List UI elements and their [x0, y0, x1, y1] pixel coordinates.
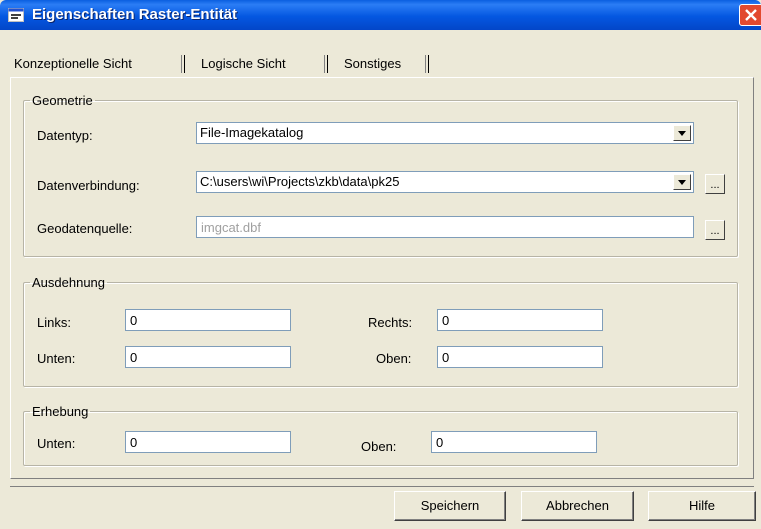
cancel-button[interactable]: Abbrechen: [521, 491, 634, 521]
tab-logische-sicht[interactable]: Logische Sicht: [189, 52, 328, 77]
tab-label: Sonstiges: [344, 56, 402, 71]
erhebung-unten-value: 0: [130, 435, 138, 450]
unten-input[interactable]: 0: [125, 346, 291, 368]
tab-separator: [181, 55, 185, 73]
geodatenquelle-browse-button[interactable]: ...: [705, 220, 725, 240]
close-button[interactable]: [739, 4, 761, 26]
oben-label: Oben:: [376, 351, 412, 366]
links-label: Links:: [37, 315, 71, 330]
tab-label: Konzeptionelle Sicht: [14, 56, 132, 71]
links-input[interactable]: 0: [125, 309, 291, 331]
datenverbindung-label: Datenverbindung:: [37, 178, 140, 193]
dropdown-arrow-icon[interactable]: [673, 174, 691, 190]
datentyp-value: File-Imagekatalog: [200, 125, 304, 140]
datenverbindung-select[interactable]: C:\users\wi\Projects\zkb\data\pk25: [196, 171, 694, 193]
oben-value: 0: [442, 350, 450, 365]
datenverbindung-value: C:\users\wi\Projects\zkb\data\pk25: [200, 174, 400, 189]
tab-sonstiges[interactable]: Sonstiges: [332, 52, 429, 77]
oben-input[interactable]: 0: [437, 346, 603, 368]
rechts-label: Rechts:: [368, 315, 413, 330]
tab-separator: [425, 55, 429, 73]
footer-divider: [10, 486, 754, 487]
geodatenquelle-value: imgcat.dbf: [201, 220, 261, 235]
datenverbindung-browse-button[interactable]: ...: [705, 174, 725, 194]
rechts-input[interactable]: 0: [437, 309, 603, 331]
erhebung-legend: Erhebung: [32, 404, 89, 419]
erhebung-unten-input[interactable]: 0: [125, 431, 291, 453]
erhebung-oben-value: 0: [436, 435, 444, 450]
title-bar[interactable]: Eigenschaften Raster-Entität: [0, 0, 761, 30]
unten-label: Unten:: [37, 351, 76, 366]
datentyp-select[interactable]: File-Imagekatalog: [196, 122, 694, 144]
erhebung-unten-label: Unten:: [37, 436, 76, 451]
close-icon: [745, 9, 757, 21]
geometrie-legend: Geometrie: [32, 93, 93, 108]
help-button[interactable]: Hilfe: [648, 491, 756, 521]
ausdehnung-group: Ausdehnung: [23, 275, 738, 387]
dropdown-arrow-icon[interactable]: [673, 125, 691, 141]
ausdehnung-legend: Ausdehnung: [32, 275, 106, 290]
rechts-value: 0: [442, 313, 450, 328]
window-title: Eigenschaften Raster-Entität: [32, 6, 238, 23]
window-icon: [8, 8, 24, 22]
unten-value: 0: [130, 350, 138, 365]
geodatenquelle-input[interactable]: imgcat.dbf: [196, 216, 694, 238]
links-value: 0: [130, 313, 138, 328]
erhebung-oben-input[interactable]: 0: [431, 431, 597, 453]
dialog-window: Eigenschaften Raster-Entität Konzeptione…: [0, 0, 761, 529]
tab-label: Logische Sicht: [201, 56, 286, 71]
tab-separator: [324, 55, 328, 73]
save-button[interactable]: Speichern: [394, 491, 506, 521]
erhebung-oben-label: Oben:: [361, 439, 397, 454]
geodatenquelle-label: Geodatenquelle:: [37, 221, 133, 236]
datentyp-label: Datentyp:: [37, 128, 93, 143]
tab-konzeptionelle-sicht[interactable]: Konzeptionelle Sicht: [10, 52, 185, 77]
